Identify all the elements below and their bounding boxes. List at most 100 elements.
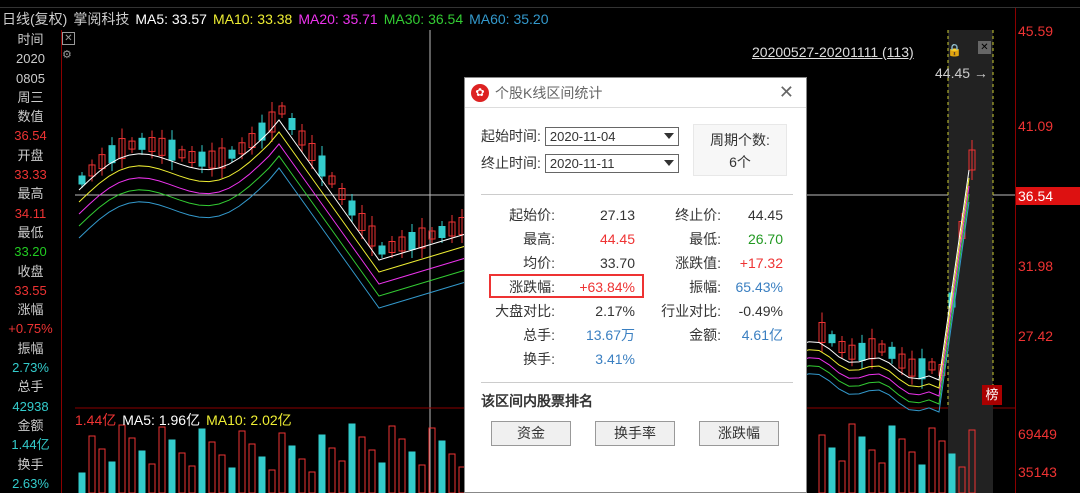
stock-name: 掌阅科技	[73, 11, 130, 27]
range-label[interactable]: 20200527-20201111 (113)	[752, 44, 914, 60]
volume-bar	[398, 438, 406, 493]
candle-body	[138, 137, 146, 150]
stat-value: 44.45	[599, 231, 635, 247]
rank-turnover-button[interactable]: 换手率	[595, 421, 675, 446]
stat-value: 3.41%	[595, 351, 635, 367]
info-value: 42938	[12, 398, 49, 414]
volume-bar	[228, 467, 236, 493]
volume-bar	[188, 465, 196, 493]
volume-bar	[198, 428, 206, 493]
top-menu-strip[interactable]	[0, 0, 1080, 8]
candle-body	[168, 139, 176, 161]
app-logo-icon: ✿	[471, 83, 489, 102]
volume-bar	[318, 434, 326, 493]
ma5-value: MA5: 33.57	[135, 11, 207, 27]
close-icon[interactable]: ✕	[779, 82, 794, 103]
dialog-title: 个股K线区间统计	[495, 84, 603, 101]
stat-label: 金额:	[689, 327, 721, 343]
axis-tick: 45.59	[1018, 23, 1054, 39]
ma60-value: MA60: 35.20	[469, 11, 549, 27]
volume-bar	[338, 460, 346, 493]
candle-body	[918, 358, 926, 380]
volume-bar	[948, 453, 956, 493]
peak-label: 44.45 →	[935, 65, 988, 81]
axis-tick: 27.42	[1018, 328, 1054, 344]
candle-body	[78, 175, 86, 185]
stat-value: 33.70	[599, 255, 635, 271]
volume-bar	[208, 441, 216, 493]
volume-bar	[828, 447, 836, 493]
close-icon[interactable]: ✕	[978, 41, 991, 54]
start-time-select[interactable]: 2020-11-04	[544, 126, 679, 146]
end-time-value: 2020-11-11	[549, 155, 615, 171]
volume-bar	[288, 445, 296, 493]
rank-change-button[interactable]: 涨跌幅	[699, 421, 779, 446]
stat-label: 终止价:	[675, 207, 721, 223]
rank-badge[interactable]: 榜	[982, 385, 1002, 405]
lock-icon[interactable]: 🔒	[947, 43, 962, 57]
stat-value: -0.49%	[738, 303, 783, 319]
volume-bar	[78, 472, 86, 493]
stat-row: 换手: 3.41%	[481, 347, 793, 371]
candle-body	[438, 226, 446, 238]
volume-bar	[408, 451, 416, 493]
stat-label: 总手:	[523, 327, 555, 343]
stat-row: 最高: 44.45 最低: 26.70	[481, 227, 793, 251]
period-label: 周期个数:	[710, 132, 770, 148]
volume-bar	[268, 469, 276, 493]
rank-amount-button[interactable]: 资金	[491, 421, 571, 446]
stat-row: 总手: 13.67万 金额: 4.61亿	[481, 323, 793, 347]
volume-bar	[138, 450, 146, 493]
range-stats-dialog: ✿ 个股K线区间统计 ✕ 起始时间: 2020-11-04 终止时间: 2020…	[464, 77, 807, 493]
rank-section: 该区间内股票排名 资金 换手率 涨跌幅	[481, 382, 793, 446]
selection-band	[948, 30, 993, 493]
info-value: +0.75%	[8, 321, 53, 337]
info-value: 1.44亿	[11, 437, 50, 453]
axis-tick: 35143	[1018, 464, 1057, 480]
info-value: 34.11	[14, 205, 47, 221]
stat-value: 13.67万	[585, 327, 635, 343]
volume-bar	[388, 425, 396, 493]
info-label: 时间	[17, 32, 44, 47]
info-label: 总手	[17, 379, 44, 395]
stat-value: 26.70	[747, 231, 783, 247]
info-value: 周三	[17, 89, 44, 105]
volume-bar	[888, 425, 896, 493]
info-panel: ✕ ⚙ 时间 2020 0805 周三 数值 36.54 开盘 33.33 最高 34.11 最低 3…	[0, 30, 75, 493]
axis-tick: 31.98	[1018, 258, 1054, 274]
stat-value	[721, 347, 783, 371]
stat-value: 44.45	[747, 207, 783, 223]
stat-label: 最低:	[689, 231, 721, 247]
ma10-value: MA10: 33.38	[212, 11, 293, 27]
info-label: 换手	[17, 456, 44, 472]
stat-label: 最高:	[523, 231, 555, 247]
volume-bar	[368, 449, 376, 493]
info-value: 2020	[16, 51, 45, 67]
volume-bar	[358, 436, 366, 493]
stat-label: 涨跌值:	[675, 255, 721, 271]
volume-bar	[908, 451, 916, 493]
ma30-value: MA30: 36.54	[383, 11, 464, 27]
candle-body	[108, 145, 116, 164]
end-time-select[interactable]: 2020-11-11	[544, 153, 679, 173]
axis-tick: 69449	[1018, 426, 1057, 442]
volume-bar	[848, 423, 856, 493]
candle-body	[348, 200, 356, 216]
gear-icon[interactable]: ⚙	[62, 48, 72, 61]
close-icon[interactable]: ✕	[62, 32, 75, 45]
stat-value: 27.13	[599, 207, 635, 223]
info-label: 数值	[17, 109, 44, 125]
volume-header: 1.44亿 MA5: 1.96亿 MA10: 2.02亿	[75, 410, 292, 430]
info-value: 33.55	[14, 282, 47, 298]
info-value: 36.54	[14, 128, 47, 144]
dialog-titlebar[interactable]: ✿ 个股K线区间统计 ✕	[465, 78, 806, 108]
candle-body	[408, 232, 416, 250]
volume-bar	[158, 426, 166, 493]
end-time-row: 终止时间: 2020-11-11	[481, 153, 679, 173]
chart-mode[interactable]: 日线(复权)	[2, 9, 67, 29]
volume-bar	[448, 453, 456, 493]
volume-bar	[418, 464, 426, 493]
current-price-tag: 36.54	[1016, 187, 1080, 205]
info-label: 收盘	[17, 263, 44, 279]
volume-bar	[178, 452, 186, 493]
